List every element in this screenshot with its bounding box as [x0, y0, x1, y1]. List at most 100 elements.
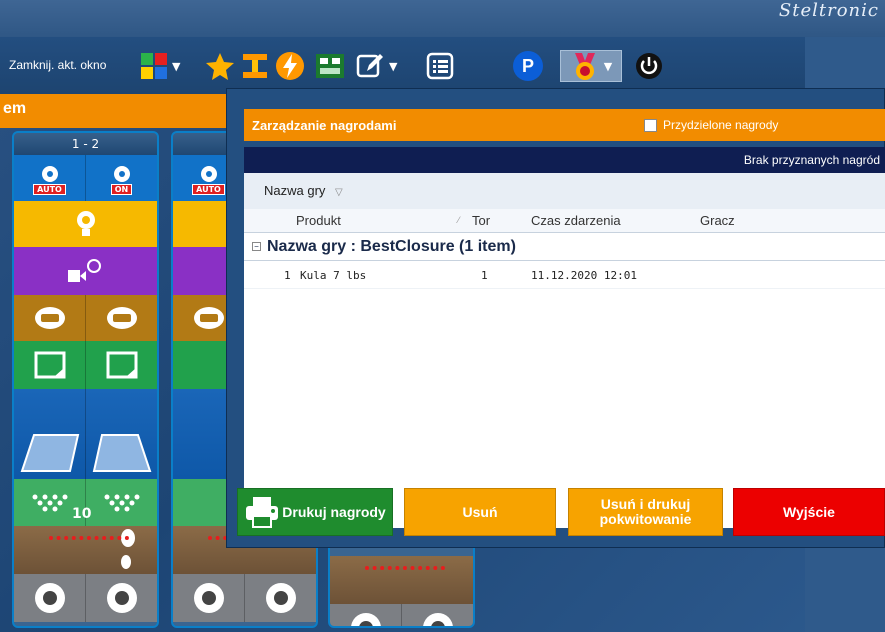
footprint-icon	[120, 529, 135, 569]
lane-view-left[interactable]	[14, 389, 86, 479]
exit-button[interactable]: Wyjście	[733, 488, 885, 536]
group-label: Nazwa gry : BestClosure (1 item)	[267, 237, 516, 255]
column-header-time[interactable]: Czas zdarzenia	[531, 213, 621, 228]
column-header-product[interactable]: Produkt	[296, 213, 341, 228]
chevron-down-icon: ▼	[172, 59, 181, 73]
pins-button-right[interactable]: 10	[72, 479, 157, 526]
parking-icon: P	[513, 51, 543, 81]
joystick-button-right[interactable]	[86, 574, 157, 622]
joystick-icon	[34, 583, 65, 613]
joystick-button-left[interactable]	[330, 604, 402, 626]
keyboard-button-left[interactable]	[14, 295, 86, 341]
dialog-title: Zarządzanie nagrodami	[252, 118, 397, 133]
lane-view-row	[14, 389, 157, 479]
delete-and-print-button[interactable]: Usuń i drukuj pokwitowanie	[568, 488, 723, 536]
delete-and-print-label: Usuń i drukuj pokwitowanie	[599, 496, 692, 527]
table-row[interactable]: 1 Kula 7 lbs 1 11.12.2020 12:01	[244, 261, 885, 289]
joystick-button-right[interactable]	[402, 604, 473, 626]
lightning-button[interactable]	[275, 50, 305, 82]
on-badge: ON	[110, 183, 133, 195]
prize-medal-icon	[574, 53, 595, 80]
camera-button[interactable]	[14, 247, 157, 295]
pins-icon	[104, 494, 139, 511]
pins-row: 10	[14, 479, 157, 526]
lights-row	[14, 201, 157, 247]
prize-management-dialog: Zarządzanie nagrodami Przydzielone nagro…	[226, 88, 885, 548]
keyboard-icon	[106, 307, 137, 329]
lights-button[interactable]	[14, 201, 157, 247]
group-by-chip[interactable]: Nazwa gry	[264, 183, 325, 198]
gear-icon	[200, 165, 217, 182]
list-icon	[426, 52, 454, 80]
monitor-row	[14, 341, 157, 389]
lightning-icon	[276, 52, 304, 80]
assigned-prizes-checkbox[interactable]: Przydzielone nagrody	[644, 118, 778, 132]
foul-button[interactable]	[330, 556, 473, 604]
left-section-header: em	[0, 94, 230, 128]
joystick-icon	[193, 583, 224, 613]
power-button[interactable]	[635, 50, 663, 82]
exit-label: Wyjście	[783, 503, 835, 520]
parking-button[interactable]: P	[513, 50, 543, 82]
lane-pair-label: 1 - 2	[14, 133, 157, 155]
column-header-player[interactable]: Gracz	[700, 213, 735, 228]
foul-button[interactable]	[14, 526, 157, 574]
foul-line-row	[330, 556, 473, 604]
video-camera-icon	[67, 259, 101, 282]
group-row[interactable]: − Nazwa gry : BestClosure (1 item)	[244, 233, 885, 261]
joystick-row	[173, 574, 316, 622]
auto-badge: AUTO	[33, 183, 66, 195]
print-prizes-button[interactable]: Drukuj nagrody	[237, 488, 393, 536]
gear-icon	[41, 165, 58, 182]
color-grid-button[interactable]: ▼	[140, 50, 180, 82]
edit-button[interactable]: ▼	[355, 50, 397, 82]
collapse-icon[interactable]: −	[252, 242, 261, 251]
score-value: 10	[72, 506, 92, 522]
color-grid-icon	[141, 53, 167, 79]
joystick-button-left[interactable]	[14, 574, 86, 622]
gear-icon	[113, 165, 130, 182]
checkbox-box[interactable]	[644, 118, 657, 132]
pinsetter-auto-button[interactable]: AUTO	[14, 155, 86, 201]
grid-status-bar: Brak przyznanych nagród	[244, 147, 885, 173]
keyboard-icon	[34, 307, 65, 329]
keyboard-button-right[interactable]	[86, 295, 157, 341]
monitor-button-right[interactable]	[86, 341, 157, 389]
pins-icon	[32, 494, 67, 511]
scoreboard-button[interactable]	[314, 50, 346, 82]
chevron-down-icon: ▼	[603, 59, 613, 73]
star-icon	[206, 53, 234, 80]
lane-adjust-button[interactable]	[240, 50, 270, 82]
prize-button[interactable]: ▼	[560, 50, 622, 82]
delete-button[interactable]: Usuń	[404, 488, 556, 536]
checkbox-label: Przydzielone nagrody	[663, 118, 779, 132]
power-icon	[636, 53, 662, 79]
keyboard-row	[14, 295, 157, 341]
auto-badge: AUTO	[192, 183, 225, 195]
filter-icon[interactable]: ▽	[335, 187, 343, 198]
row-index: 1	[284, 269, 291, 282]
lightbulb-icon	[76, 211, 95, 236]
status-text: Brak przyznanych nagród	[743, 153, 880, 167]
main-toolbar: Zamknij. akt. okno ▼ ▼ P ▼	[0, 37, 805, 94]
print-prizes-label: Drukuj nagrody	[282, 503, 386, 520]
lane-view-right[interactable]	[86, 389, 157, 479]
favorites-button[interactable]	[205, 50, 235, 82]
pinsetter-on-button[interactable]: ON	[86, 155, 157, 201]
column-header-lane[interactable]: Tor	[472, 213, 490, 228]
list-button[interactable]	[425, 50, 455, 82]
joystick-button-right[interactable]	[245, 574, 316, 622]
monitor-button-left[interactable]	[14, 341, 86, 389]
scoreboard-icon	[316, 54, 344, 78]
joystick-button-left[interactable]	[173, 574, 245, 622]
row-lane: 1	[481, 269, 488, 282]
joystick-row	[14, 574, 157, 622]
monitor-icon	[34, 351, 65, 379]
edit-icon	[356, 54, 383, 78]
printer-icon	[246, 497, 279, 528]
foul-line	[365, 566, 445, 570]
joystick-icon	[350, 613, 381, 626]
close-window-button[interactable]: Zamknij. akt. okno	[9, 58, 106, 72]
foul-line-row	[14, 526, 157, 574]
monitor-icon	[106, 351, 137, 379]
